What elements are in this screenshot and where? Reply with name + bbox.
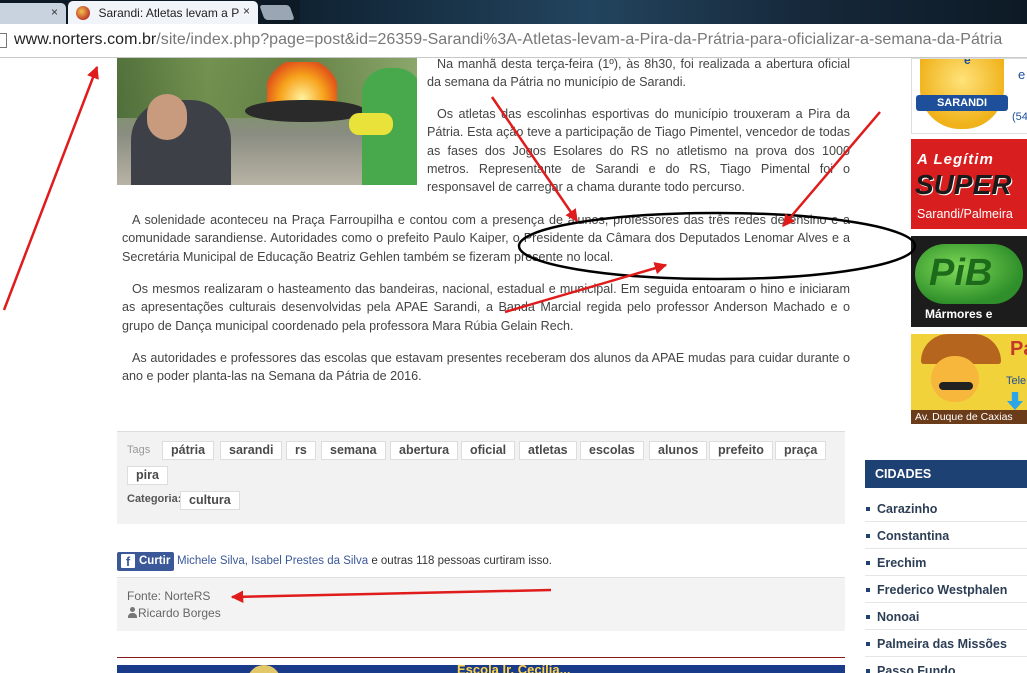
ad-sarandi-label: SARANDI <box>916 95 1008 111</box>
article-paragraph: Na manhã desta terça-feira (1º), às 8h30… <box>427 57 850 90</box>
city-link[interactable]: Constantina <box>865 522 1027 549</box>
sarandi-badge-icon <box>920 59 1004 129</box>
site-favicon-icon <box>76 5 90 20</box>
tag-link[interactable]: escolas <box>580 441 644 460</box>
tag-link[interactable]: abertura <box>390 441 459 460</box>
annotation-arrow <box>2 65 99 311</box>
browser-tab-bar: × Sarandi: Atletas levam a P × <box>0 0 1027 24</box>
tags-label: Tags <box>127 444 151 456</box>
ad-pib[interactable]: PiB Mármores e <box>911 236 1027 327</box>
tag-link[interactable]: oficial <box>461 441 516 460</box>
related-banner-text: Escola Ir. Cecília... <box>457 665 571 673</box>
divider <box>117 657 845 658</box>
tag-link[interactable]: semana <box>321 441 386 460</box>
city-link[interactable]: Frederico Westphalen <box>865 576 1027 603</box>
like-label: Curtir <box>139 555 171 567</box>
close-tab-icon[interactable]: × <box>51 5 58 19</box>
mascot-face-icon <box>931 356 979 402</box>
city-link[interactable]: Passo Fundo <box>865 657 1027 673</box>
close-tab-icon[interactable]: × <box>243 4 250 18</box>
address-bar[interactable]: www.norters.com.br/site/index.php?page=p… <box>0 24 1027 58</box>
article-paragraph: A solenidade aconteceu na Praça Farroupi… <box>122 213 850 264</box>
window-background <box>300 0 1027 24</box>
city-link[interactable]: Carazinho <box>865 495 1027 522</box>
cidades-header: CIDADES <box>865 460 1027 488</box>
source-text: Fonte: NorteRS <box>127 589 211 603</box>
city-link[interactable]: Erechim <box>865 549 1027 576</box>
city-link[interactable]: Palmeira das Missões <box>865 630 1027 657</box>
author-line: Ricardo Borges <box>127 606 221 620</box>
facebook-social-text: Michele Silva, Isabel Prestes da Silva e… <box>177 555 552 567</box>
new-tab-button[interactable] <box>259 5 295 20</box>
tag-link[interactable]: atletas <box>519 441 577 460</box>
tab-title: Sarandi: Atletas levam a P <box>98 5 240 20</box>
tag-link[interactable]: prefeito <box>709 441 773 460</box>
mustache-icon <box>939 382 973 390</box>
article-photo <box>117 58 417 185</box>
tag-link[interactable]: pátria <box>162 441 215 460</box>
ad-sarandi[interactable]: SARANDI e e (54 <box>911 58 1027 134</box>
tag-link[interactable]: pira <box>127 466 168 485</box>
article-paragraph: Os atletas das escolinhas esportivas do … <box>427 107 850 195</box>
tag-link[interactable]: rs <box>286 441 316 460</box>
tag-link[interactable]: praça <box>775 441 827 460</box>
city-link[interactable]: Nonoai <box>865 603 1027 630</box>
page-icon <box>0 33 7 48</box>
author-name: Ricardo Borges <box>138 606 221 620</box>
tag-link[interactable]: alunos <box>649 441 708 460</box>
category-link[interactable]: cultura <box>180 491 240 510</box>
url-path: /site/index.php?page=post&id=26359-Saran… <box>156 31 1003 48</box>
ad-pizza[interactable]: Pa Tele Av. Duque de Caxias <box>911 334 1027 424</box>
browser-tab-active[interactable]: Sarandi: Atletas levam a P × <box>68 1 258 24</box>
article-paragraph: Os mesmos realizaram o hasteamento das b… <box>122 282 850 333</box>
cidades-list: Carazinho Constantina Erechim Frederico … <box>865 495 1027 673</box>
url-host: www.norters.com.br <box>14 31 157 48</box>
category-label: Categoria: <box>127 493 182 505</box>
url-text[interactable]: www.norters.com.br/site/index.php?page=p… <box>14 31 1002 49</box>
user-icon <box>127 607 138 618</box>
browser-tab-previous[interactable]: × <box>0 3 66 24</box>
arrow-down-icon <box>1007 392 1023 410</box>
tag-link[interactable]: sarandi <box>220 441 283 460</box>
article-paragraph: As autoridades e professores das escolas… <box>122 351 850 384</box>
ad-super[interactable]: A Legítim SUPER Sarandi/Palmeira <box>911 139 1027 229</box>
related-banner[interactable]: Escola Ir. Cecília... <box>117 665 845 673</box>
friend-links[interactable]: Michele Silva, Isabel Prestes da Silva <box>177 555 368 567</box>
facebook-like-button[interactable]: f Curtir <box>117 552 175 571</box>
tags-box: Tags pátria sarandi rs semana abertura o… <box>117 431 845 524</box>
source-box: Fonte: NorteRS Ricardo Borges <box>117 577 845 631</box>
facebook-icon: f <box>121 554 135 569</box>
like-count-text: e outras 118 pessoas curtiram isso. <box>368 555 552 567</box>
